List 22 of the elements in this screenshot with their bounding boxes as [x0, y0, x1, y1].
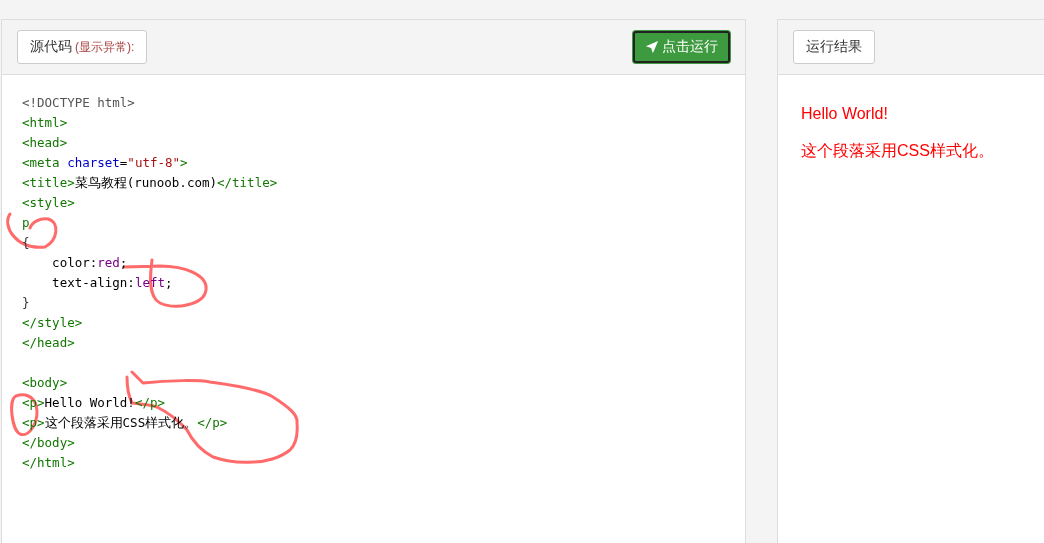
source-label: 源代码 [30, 38, 72, 54]
code-line: p [22, 214, 30, 232]
code-line: { [22, 234, 30, 252]
code-line: <style> [22, 194, 75, 212]
code-line: color:red; [51, 254, 128, 272]
code-line: </body> [22, 434, 75, 452]
code-line: <html> [22, 114, 68, 132]
output-paragraph: Hello World! [801, 105, 889, 123]
code-line: </head> [22, 334, 75, 352]
run-button[interactable]: 点击运行 [633, 31, 730, 63]
code-line: <body> [22, 374, 68, 392]
code-line: </html> [22, 454, 75, 472]
code-line: <title>菜鸟教程(runoob.com)</title> [22, 174, 278, 192]
code-line: </style> [22, 314, 83, 332]
label-note: (显示异常): [75, 40, 135, 54]
result-label: 运行结果 [793, 30, 875, 64]
code-line: } [22, 294, 30, 312]
code-line: <meta charset="utf-8"> [22, 154, 188, 172]
code-line: <head> [22, 134, 68, 152]
output-paragraph: 这个段落采用CSS样式化。 [801, 141, 995, 161]
code-line: <!DOCTYPE html> [22, 94, 135, 112]
paper-plane-icon [645, 40, 659, 54]
